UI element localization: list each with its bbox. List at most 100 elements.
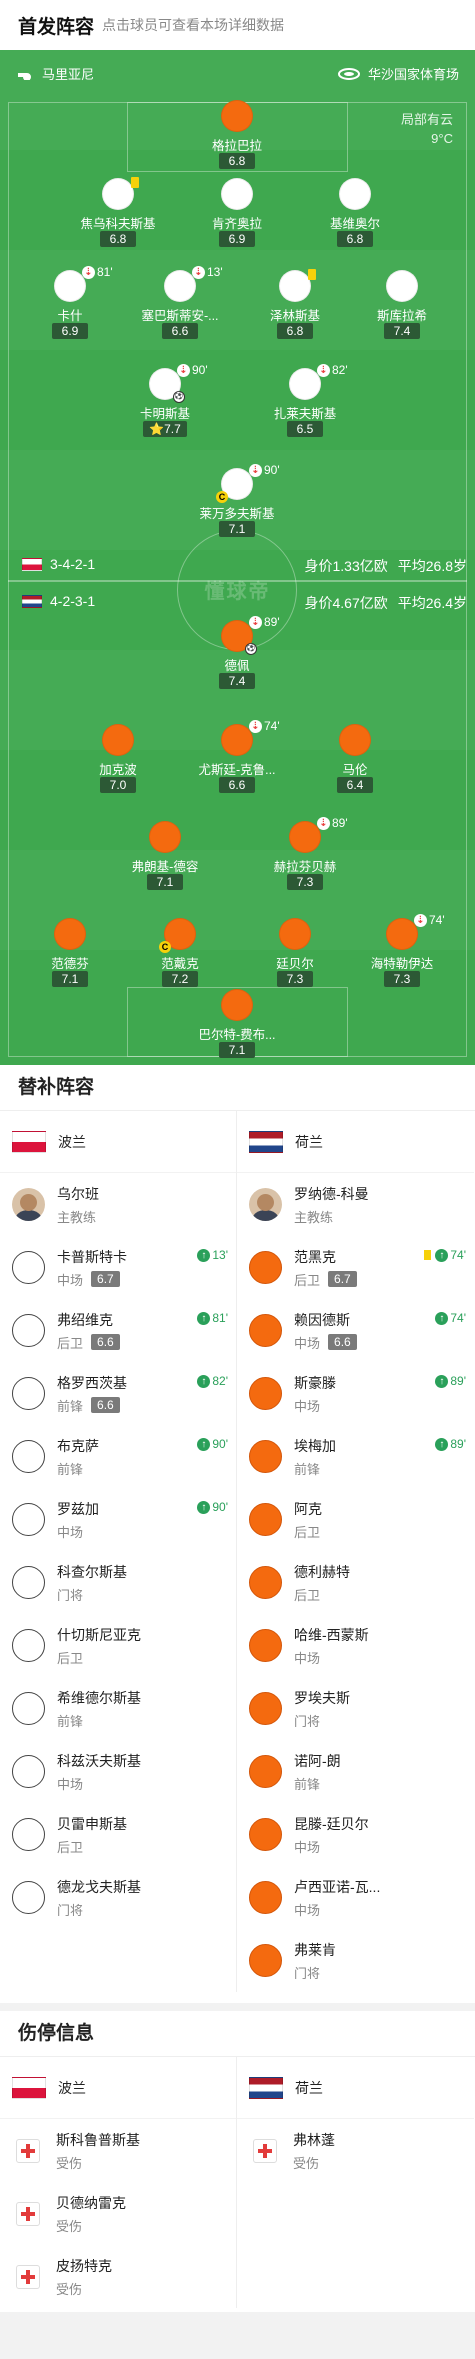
- lineup-header: 首发阵容 点击球员可查看本场详细数据: [0, 0, 475, 50]
- section-subtitle: 点击球员可查看本场详细数据: [102, 17, 285, 33]
- player-shirt-icon: [249, 1566, 282, 1599]
- substitute-row[interactable]: 罗兹加 中场 ↑ 90': [0, 1488, 236, 1551]
- player-name: 斯库拉希: [376, 309, 427, 323]
- sub-in-minute: ↑ 74': [435, 1311, 466, 1325]
- substitute-row[interactable]: 哈维-西蒙斯 中场: [237, 1614, 474, 1677]
- player-marker[interactable]: 加克波 7.0: [53, 724, 183, 794]
- poland-flag-icon: [22, 557, 42, 571]
- player-name: 海特勒伊达: [370, 957, 434, 971]
- player-marker[interactable]: ⇣ 13' 塞巴斯蒂安-... 6.6: [115, 265, 245, 340]
- player-rating: 6.6: [328, 1334, 357, 1350]
- substitute-row[interactable]: 范黑克 后卫 6.7 ↑ 74': [237, 1236, 474, 1299]
- sub-out-icon: ⇣ 74': [249, 719, 280, 733]
- player-position: 中场: [294, 1650, 321, 1666]
- player-marker[interactable]: ⇣ 90' ⚽ 卡明斯基 ⭐7.7: [100, 363, 230, 438]
- sub-in-minute: ↑ 13': [197, 1248, 228, 1262]
- player-marker[interactable]: 基维奥尔 6.8: [290, 178, 420, 248]
- player-rating: 6.8: [277, 323, 313, 339]
- away-team-row: 荷兰: [237, 1111, 474, 1173]
- injury-row[interactable]: 弗林蓬 受伤: [237, 2119, 474, 2182]
- player-marker[interactable]: 弗朗基-德容 7.1: [100, 821, 230, 891]
- player-shirt-icon: [221, 100, 253, 132]
- player-marker[interactable]: C 范戴克 7.2: [115, 918, 245, 988]
- injury-row[interactable]: 贝德纳雷克 受伤: [0, 2182, 236, 2245]
- substitute-row[interactable]: 斯豪滕 中场 ↑ 89': [237, 1362, 474, 1425]
- player-name: 哈维-西蒙斯: [294, 1626, 369, 1643]
- substitute-row[interactable]: 德利赫特 后卫: [237, 1551, 474, 1614]
- substitute-row[interactable]: 昆滕-廷贝尔 中场: [237, 1803, 474, 1866]
- player-name: 贝德纳雷克: [56, 2194, 126, 2211]
- footer-bar: [0, 2312, 475, 2359]
- player-name: 昆滕-廷贝尔: [294, 1815, 369, 1832]
- sub-minute: 74': [429, 913, 445, 927]
- player-position: 中场: [294, 1839, 321, 1855]
- substitute-row[interactable]: 德龙戈夫斯基 门将: [0, 1866, 236, 1929]
- substitute-row[interactable]: 罗埃夫斯 门将: [237, 1677, 474, 1740]
- injury-status: 受伤: [293, 2155, 320, 2171]
- player-shirt-icon: [249, 1440, 282, 1473]
- player-position: 主教练: [294, 1209, 334, 1225]
- medical-kit-icon: [253, 2138, 277, 2163]
- stadium-icon: [337, 67, 360, 80]
- substitute-row[interactable]: 希维德尔斯基 前锋: [0, 1677, 236, 1740]
- player-marker[interactable]: 马伦 6.4: [290, 724, 420, 794]
- substitute-row[interactable]: 阿克 后卫: [237, 1488, 474, 1551]
- substitute-row[interactable]: 什切斯尼亚克 后卫: [0, 1614, 236, 1677]
- substitute-row[interactable]: 贝雷申斯基 后卫: [0, 1803, 236, 1866]
- player-shirt-icon: [102, 177, 139, 210]
- injury-row[interactable]: 斯科鲁普斯基 受伤: [0, 2119, 236, 2182]
- player-marker[interactable]: ⇣ 89' ⚽ 德佩 7.4: [172, 615, 302, 690]
- sub-in-minute: ↑ 82': [197, 1374, 228, 1388]
- substitute-row[interactable]: 弗莱肯 门将: [237, 1929, 474, 1992]
- injuries-section: 伤停信息 波兰 斯科鲁普斯基 受伤 贝德纳雷克 受伤 皮扬特克 受伤 荷兰 弗林蓬 受伤: [0, 2003, 475, 2308]
- player-name: 德利赫特: [294, 1563, 350, 1580]
- sub-out-icon: ⇣ 89': [249, 615, 280, 629]
- player-rating: 7.1: [147, 874, 183, 890]
- player-marker[interactable]: 斯库拉希 7.4: [337, 270, 467, 340]
- player-name: 阿克: [294, 1500, 322, 1517]
- away-team-row: 荷兰: [237, 2057, 474, 2119]
- player-position: 前锋: [294, 1461, 321, 1477]
- player-rating: 6.4: [337, 777, 373, 793]
- coach-row[interactable]: 罗纳德-科曼 主教练: [237, 1173, 474, 1236]
- player-name: 马伦: [342, 763, 368, 777]
- sub-out-icon: ⇣ 82': [317, 363, 348, 377]
- substitute-row[interactable]: 埃梅加 前锋 ↑ 89': [237, 1425, 474, 1488]
- player-shirt-icon: ⇣ 89': [289, 816, 348, 853]
- substitute-row[interactable]: 科查尔斯基 门将: [0, 1551, 236, 1614]
- player-marker[interactable]: 巴尔特-费布... 7.1: [172, 989, 302, 1059]
- substitute-row[interactable]: 科兹沃夫斯基 中场: [0, 1740, 236, 1803]
- sub-in-icon: ↑: [197, 1374, 211, 1388]
- player-marker[interactable]: ⇣ 89' 赫拉芬贝赫 7.3: [240, 816, 370, 891]
- substitute-row[interactable]: 格罗西茨基 前锋 6.6 ↑ 82': [0, 1362, 236, 1425]
- coach-row[interactable]: 乌尔班 主教练: [0, 1173, 236, 1236]
- player-shirt-icon: [12, 1692, 45, 1725]
- player-shirt-icon: ⇣ 89' ⚽: [221, 615, 280, 655]
- sub-in-minute: ↑ 74': [424, 1248, 466, 1262]
- player-marker[interactable]: 肯齐奥拉 6.9: [172, 178, 302, 248]
- substitute-row[interactable]: 弗绍维克 后卫 6.6 ↑ 81': [0, 1299, 236, 1362]
- player-shirt-icon: ⇣ 82': [289, 363, 348, 400]
- substitute-row[interactable]: 卡普斯特卡 中场 6.7 ↑ 13': [0, 1236, 236, 1299]
- player-marker[interactable]: ⇣ 82' 扎莱夫斯基 6.5: [240, 363, 370, 438]
- player-position: 中场: [57, 1776, 84, 1792]
- substitute-row[interactable]: 赖因德斯 中场 6.6 ↑ 74': [237, 1299, 474, 1362]
- player-marker[interactable]: ⇣ 74' 海特勒伊达 7.3: [337, 913, 467, 988]
- player-shirt-icon: [249, 1818, 282, 1851]
- substitute-row[interactable]: 卢西亚诺-瓦... 中场: [237, 1866, 474, 1929]
- player-rating: 7.1: [52, 971, 88, 987]
- player-marker[interactable]: ⇣ 74' 尤斯廷-克鲁... 6.6: [172, 719, 302, 794]
- player-marker[interactable]: ⇣ 90' C 莱万多夫斯基 7.1: [172, 463, 302, 538]
- player-marker[interactable]: 焦乌科夫斯基 6.8: [53, 177, 183, 248]
- player-name: 诺阿-朗: [294, 1752, 341, 1769]
- sub-minute: 90': [192, 363, 208, 377]
- injury-row[interactable]: 皮扬特克 受伤: [0, 2245, 236, 2308]
- sub-in-icon: ↑: [435, 1311, 449, 1325]
- substitute-row[interactable]: 布克萨 前锋 ↑ 90': [0, 1425, 236, 1488]
- substitute-row[interactable]: 诺阿-朗 前锋: [237, 1740, 474, 1803]
- section-title: 首发阵容: [18, 16, 95, 38]
- player-marker[interactable]: 格拉巴拉 6.8: [172, 100, 302, 170]
- player-name: 肯齐奥拉: [211, 217, 262, 231]
- sub-in-icon: ↑: [435, 1437, 449, 1451]
- medical-kit-icon: [16, 2138, 40, 2163]
